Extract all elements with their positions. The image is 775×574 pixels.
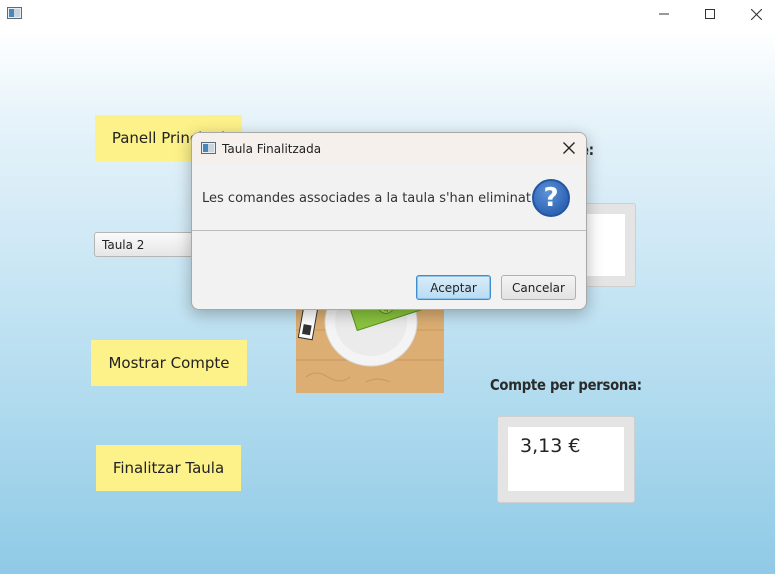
per-person-value-box: 3,13 €	[497, 416, 635, 503]
per-person-heading: Compte per persona:	[490, 376, 642, 394]
dialog-app-icon	[201, 142, 216, 154]
cancelar-button[interactable]: Cancelar	[501, 275, 576, 300]
maximize-button[interactable]	[687, 0, 733, 28]
minimize-icon	[659, 13, 669, 15]
table-select-value: Taula 2	[102, 238, 145, 252]
confirmation-dialog: Taula Finalitzada Les comandes associade…	[191, 132, 587, 310]
dialog-title: Taula Finalitzada	[222, 142, 322, 156]
per-person-value: 3,13 €	[508, 427, 624, 491]
mostrar-compte-button[interactable]: Mostrar Compte	[91, 340, 247, 386]
finalitzar-taula-button[interactable]: Finalitzar Taula	[96, 445, 241, 491]
maximize-icon	[705, 9, 715, 19]
dialog-message: Les comandes associades a la taula s'han…	[202, 191, 531, 206]
close-window-button[interactable]	[733, 0, 775, 28]
app-icon	[7, 7, 22, 19]
table-select[interactable]: Taula 2	[94, 232, 204, 257]
dialog-title-bar: Taula Finalitzada	[192, 133, 586, 164]
dialog-close-button[interactable]	[558, 137, 580, 159]
question-icon: ?	[532, 179, 570, 217]
minimize-button[interactable]	[641, 0, 687, 28]
close-icon	[563, 142, 575, 154]
window-title-bar	[0, 0, 775, 28]
dialog-separator	[192, 230, 586, 231]
close-icon	[750, 8, 762, 20]
aceptar-button[interactable]: Aceptar	[416, 275, 491, 300]
